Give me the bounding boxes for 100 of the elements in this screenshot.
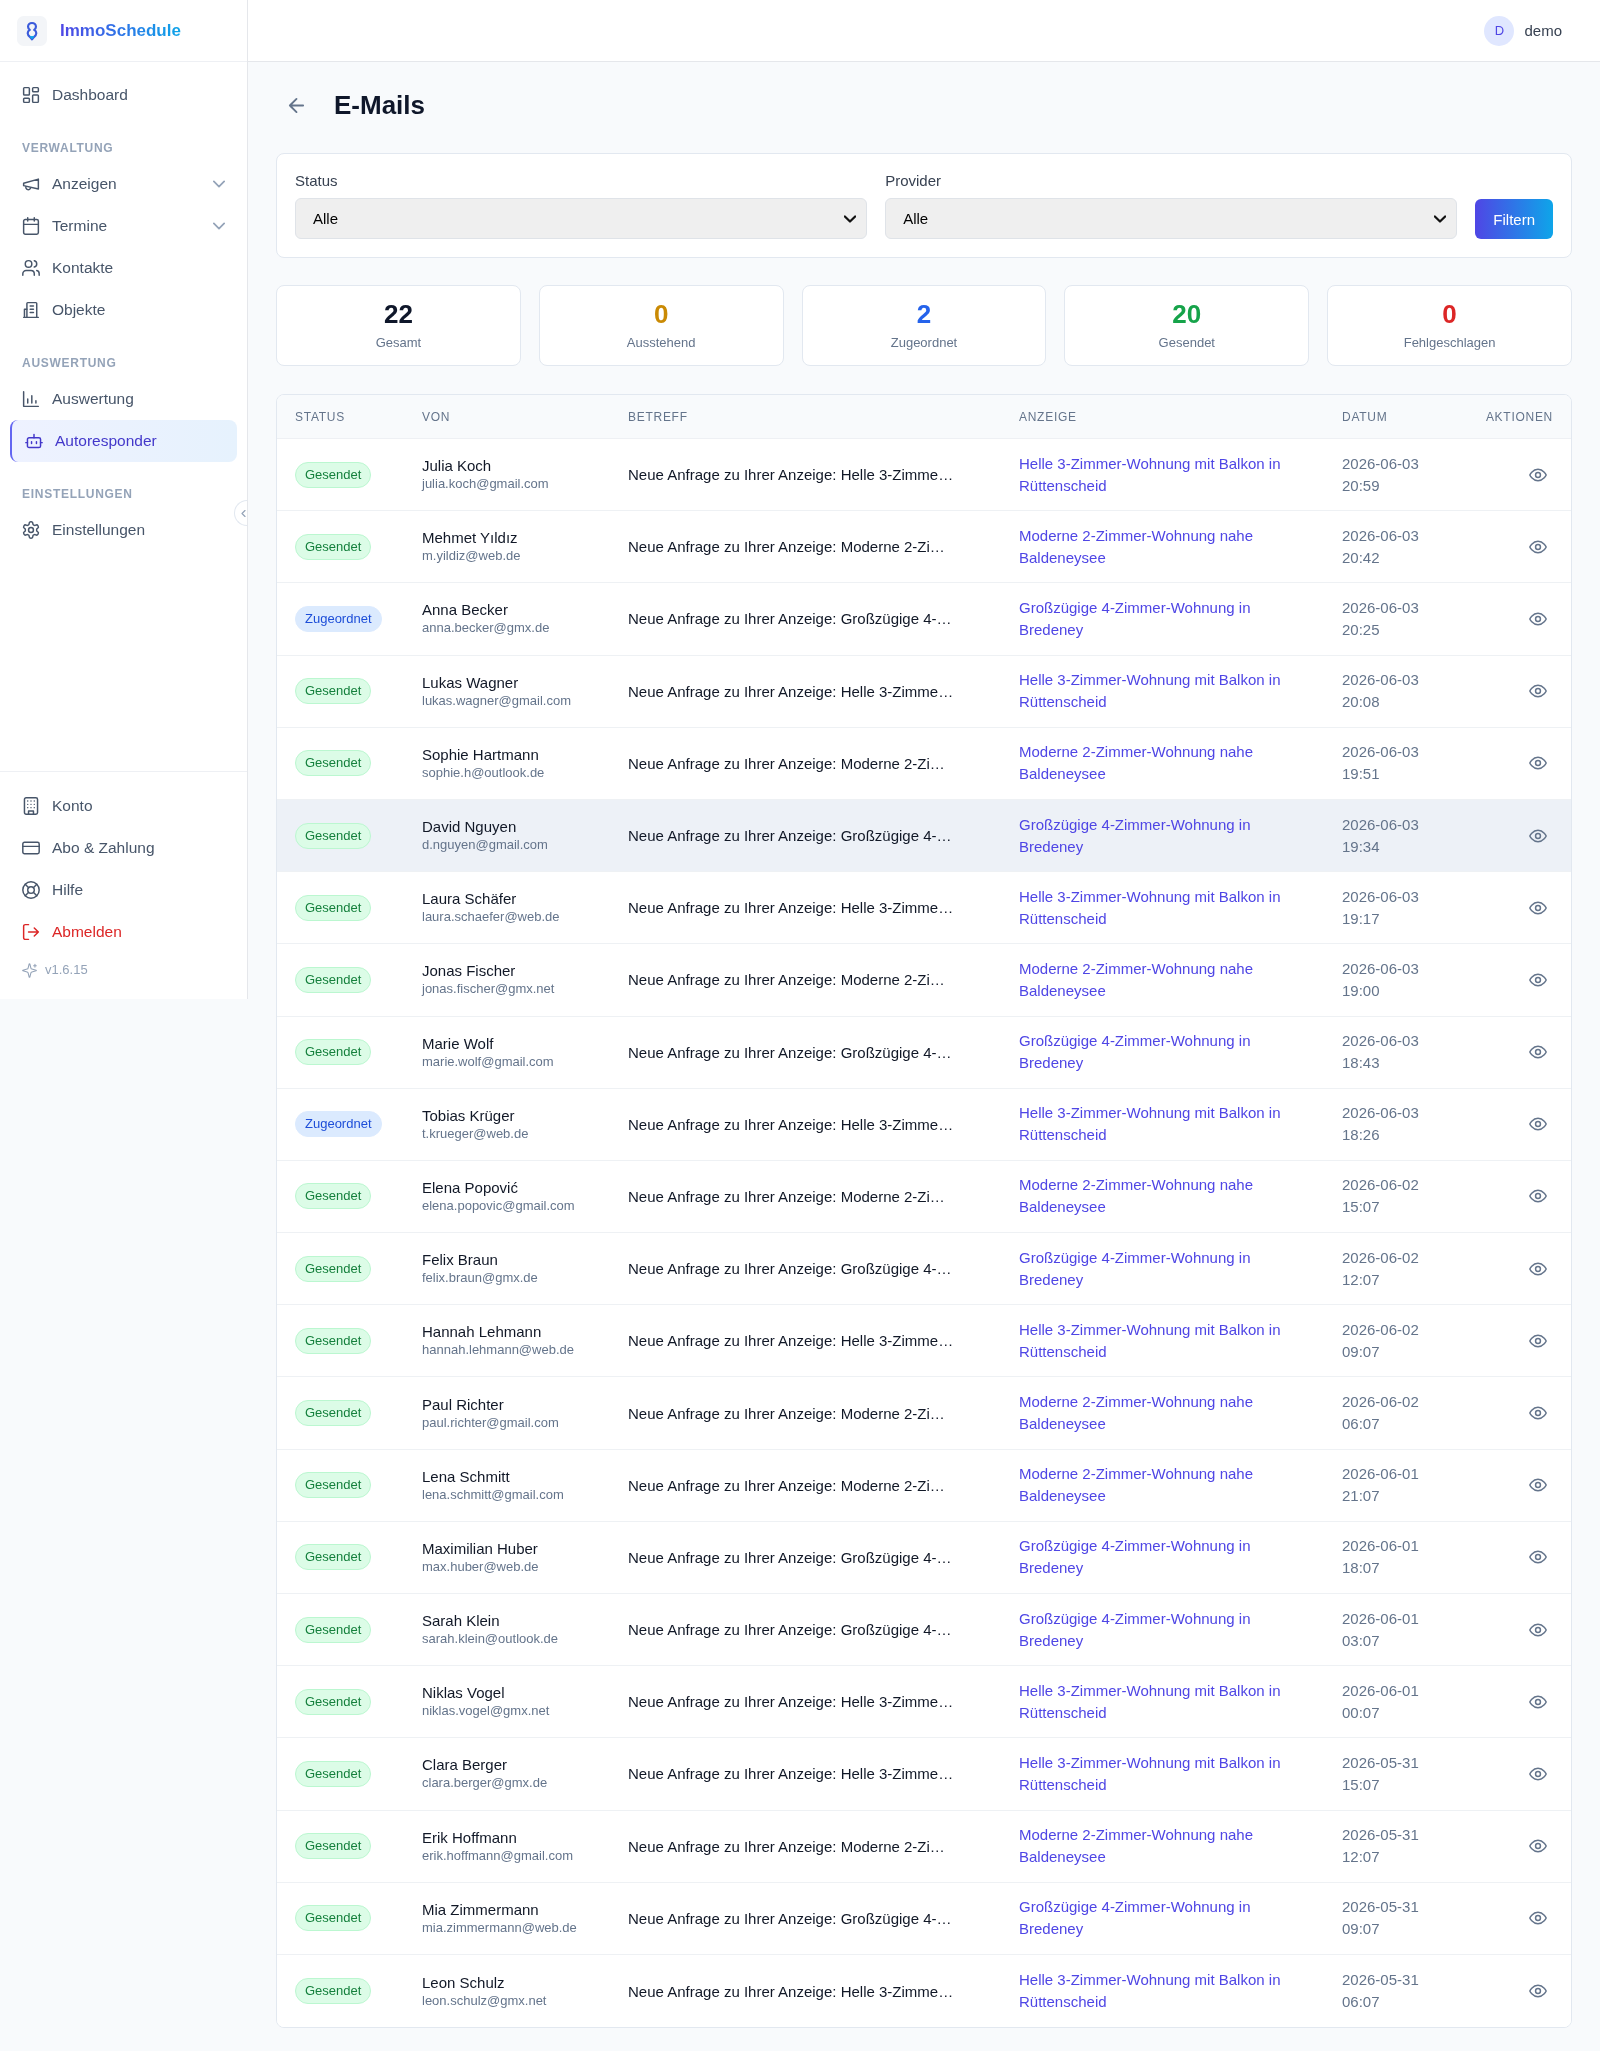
- listing-link[interactable]: Helle 3-Zimmer-Wohnung mit Balkon in Rüttenscheid: [1019, 452, 1299, 497]
- date-text: 2026-06-03 20:25: [1342, 597, 1420, 640]
- listing-link[interactable]: Helle 3-Zimmer-Wohnung mit Balkon in Rüttenscheid: [1019, 1969, 1299, 2014]
- back-arrow-icon[interactable]: [288, 96, 305, 114]
- listing-link[interactable]: Großzügige 4-Zimmer-Wohnung in Bredeney: [1019, 1535, 1299, 1580]
- listing-link[interactable]: Helle 3-Zimmer-Wohnung mit Balkon in Rüttenscheid: [1019, 669, 1299, 714]
- listing-link[interactable]: Moderne 2-Zimmer-Wohnung nahe Baldeneysee: [1019, 957, 1299, 1002]
- status-badge: Gesendet: [295, 461, 372, 488]
- listing-link[interactable]: Moderne 2-Zimmer-Wohnung nahe Baldeneysee: [1019, 524, 1299, 569]
- email-subject: Neue Anfrage zu Ihrer Anzeige: Helle 3-Zimme…: [628, 1765, 954, 1783]
- date-text: 2026-05-31 09:07: [1342, 1897, 1420, 1940]
- stat-value: 2: [916, 299, 932, 329]
- section-heading: AUSWERTUNG: [21, 355, 118, 371]
- listing-link[interactable]: Großzügige 4-Zimmer-Wohnung in Bredeney: [1019, 1607, 1299, 1652]
- nav-item[interactable]: Abmelden: [10, 911, 237, 953]
- chevron-down-icon: [1434, 212, 1447, 225]
- nav-item[interactable]: Einstellungen: [10, 509, 237, 551]
- sender-email: hannah.lehmann@web.de: [422, 1341, 574, 1360]
- sender-name: Paul Richter: [422, 1394, 504, 1414]
- listing-link[interactable]: Helle 3-Zimmer-Wohnung mit Balkon in Rüttenscheid: [1019, 885, 1299, 930]
- sender-email: max.huber@web.de: [422, 1557, 539, 1576]
- status-badge: Gesendet: [295, 1760, 372, 1787]
- user-name[interactable]: demo: [1524, 22, 1562, 39]
- sender-name: Sophie Hartmann: [422, 744, 539, 764]
- date-text: 2026-06-02 06:07: [1342, 1392, 1420, 1435]
- listing-link[interactable]: Großzügige 4-Zimmer-Wohnung in Bredeney: [1019, 1896, 1299, 1941]
- nav-item[interactable]: Hilfe: [10, 869, 237, 911]
- stat-label: Ausstehend: [626, 335, 696, 351]
- section-heading: EINSTELLUNGEN: [21, 486, 134, 502]
- select-field[interactable]: Alle: [885, 198, 1458, 239]
- stat-value: 22: [383, 299, 413, 329]
- select-field[interactable]: Alle: [295, 198, 868, 239]
- status-badge: Gesendet: [295, 966, 372, 993]
- stat-label: Gesendet: [1158, 335, 1215, 351]
- listing-link[interactable]: Großzügige 4-Zimmer-Wohnung in Bredeney: [1019, 813, 1299, 858]
- sender-email: d.nguyen@gmail.com: [422, 836, 548, 855]
- nav-item[interactable]: Konto: [10, 785, 237, 827]
- listing-link[interactable]: Helle 3-Zimmer-Wohnung mit Balkon in Rüttenscheid: [1019, 1751, 1299, 1796]
- email-subject: Neue Anfrage zu Ihrer Anzeige: Großzügige 4-…: [628, 610, 952, 628]
- filter-button[interactable]: Filtern: [1475, 199, 1553, 239]
- office-building-icon: [22, 797, 40, 815]
- sender-name: Mia Zimmermann: [422, 1899, 539, 1919]
- email-subject: Neue Anfrage zu Ihrer Anzeige: Helle 3-Zimme…: [628, 1115, 954, 1133]
- user-avatar[interactable]: D: [1484, 15, 1515, 46]
- status-badge: Gesendet: [295, 1255, 372, 1282]
- listing-link[interactable]: Moderne 2-Zimmer-Wohnung nahe Baldeneysee: [1019, 1824, 1299, 1869]
- listing-link[interactable]: Moderne 2-Zimmer-Wohnung nahe Baldeneysee: [1019, 1463, 1299, 1508]
- sender-email: lukas.wagner@gmail.com: [422, 691, 572, 710]
- sender-name: Leon Schulz: [422, 1972, 505, 1992]
- nav-item[interactable]: Objekte: [10, 289, 237, 331]
- status-badge: Gesendet: [295, 1905, 372, 1932]
- date-text: 2026-06-03 20:42: [1342, 525, 1420, 568]
- users-icon: [22, 259, 40, 277]
- listing-link[interactable]: Helle 3-Zimmer-Wohnung mit Balkon in Rüttenscheid: [1019, 1318, 1299, 1363]
- listing-link[interactable]: Moderne 2-Zimmer-Wohnung nahe Baldeneysee: [1019, 1174, 1299, 1219]
- sender-email: felix.braun@gmx.de: [422, 1269, 538, 1288]
- chevron-left-icon: [241, 509, 246, 517]
- sender-name: Niklas Vogel: [422, 1683, 505, 1703]
- listing-link[interactable]: Großzügige 4-Zimmer-Wohnung in Bredeney: [1019, 1030, 1299, 1075]
- sender-name: Julia Koch: [422, 456, 492, 476]
- sender-email: t.krueger@web.de: [422, 1124, 529, 1143]
- listing-link[interactable]: Moderne 2-Zimmer-Wohnung nahe Baldeneysee: [1019, 741, 1299, 786]
- status-badge: Gesendet: [295, 822, 372, 849]
- email-subject: Neue Anfrage zu Ihrer Anzeige: Helle 3-Zimme…: [628, 899, 954, 917]
- email-subject: Neue Anfrage zu Ihrer Anzeige: Moderne 2-Zi…: [628, 1187, 945, 1205]
- status-badge: Gesendet: [295, 533, 372, 560]
- sender-email: anna.becker@gmx.de: [422, 619, 550, 638]
- sender-email: sophie.h@outlook.de: [422, 763, 545, 782]
- chevron-down-icon: [844, 212, 857, 225]
- email-subject: Neue Anfrage zu Ihrer Anzeige: Moderne 2-Zi…: [628, 538, 945, 556]
- listing-link[interactable]: Helle 3-Zimmer-Wohnung mit Balkon in Rüttenscheid: [1019, 1102, 1299, 1147]
- email-subject: Neue Anfrage zu Ihrer Anzeige: Großzügige 4-…: [628, 827, 952, 845]
- sender-email: elena.popovic@gmail.com: [422, 1196, 575, 1215]
- email-subject: Neue Anfrage zu Ihrer Anzeige: Moderne 2-Zi…: [628, 754, 945, 772]
- nav-item[interactable]: Auswertung: [10, 378, 237, 420]
- sender-email: lena.schmitt@gmail.com: [422, 1485, 564, 1504]
- date-text: 2026-06-03 19:51: [1342, 742, 1420, 785]
- nav-item[interactable]: Termine: [10, 205, 237, 247]
- logout-icon: [22, 923, 40, 941]
- status-badge: Gesendet: [295, 1472, 372, 1499]
- sender-name: Mehmet Yıldız: [422, 528, 518, 548]
- version-label: v1.6.15: [45, 961, 88, 979]
- date-text: 2026-06-01 21:07: [1342, 1464, 1420, 1507]
- sender-name: Elena Popović: [422, 1177, 518, 1197]
- nav-item[interactable]: Dashboard: [10, 74, 237, 116]
- robot-icon: [25, 432, 43, 450]
- listing-link[interactable]: Helle 3-Zimmer-Wohnung mit Balkon in Rüttenscheid: [1019, 1679, 1299, 1724]
- listing-link[interactable]: Moderne 2-Zimmer-Wohnung nahe Baldeneysee: [1019, 1391, 1299, 1436]
- nav-item[interactable]: Kontakte: [10, 247, 237, 289]
- date-text: 2026-06-02 15:07: [1342, 1175, 1420, 1218]
- listing-link[interactable]: Großzügige 4-Zimmer-Wohnung in Bredeney: [1019, 1246, 1299, 1291]
- date-text: 2026-06-01 03:07: [1342, 1608, 1420, 1651]
- email-subject: Neue Anfrage zu Ihrer Anzeige: Helle 3-Zimme…: [628, 466, 954, 484]
- nav-item[interactable]: Autoresponder: [10, 420, 237, 462]
- nav-item[interactable]: Anzeigen: [10, 163, 237, 205]
- column-header: BETREFF: [628, 409, 688, 424]
- stat-value: 20: [1172, 299, 1202, 329]
- listing-link[interactable]: Großzügige 4-Zimmer-Wohnung in Bredeney: [1019, 596, 1299, 641]
- nav-item[interactable]: Abo & Zahlung: [10, 827, 237, 869]
- sender-email: paul.richter@gmail.com: [422, 1413, 559, 1432]
